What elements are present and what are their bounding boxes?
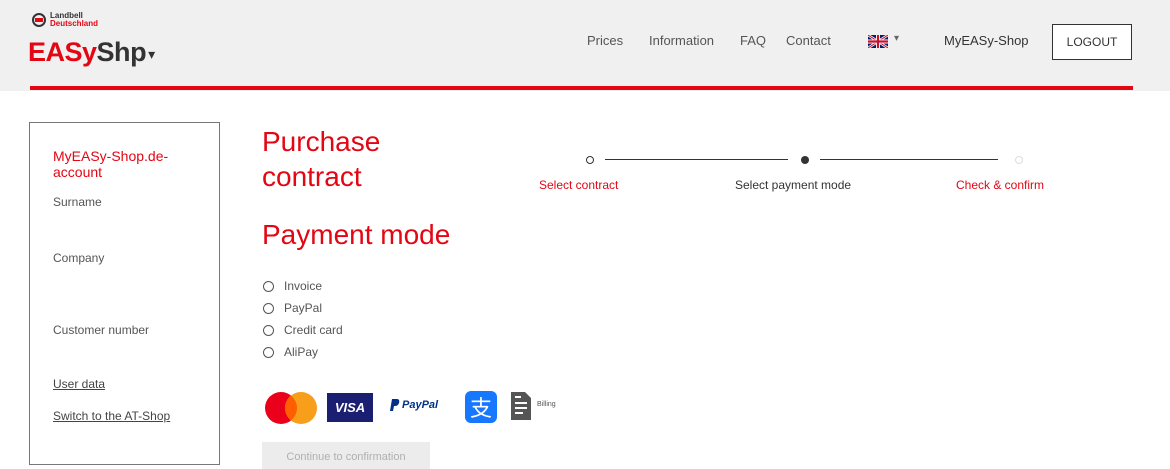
paypal-text: PayPal: [402, 399, 439, 411]
progress-stepper: Select contract Select payment mode Chec…: [520, 150, 1120, 200]
user-data-link[interactable]: User data: [53, 377, 105, 391]
billing-label: Billing: [537, 401, 556, 408]
uk-flag-icon: [868, 35, 888, 48]
surname-label: Surname: [53, 195, 102, 209]
brand-part-c: p: [130, 37, 147, 67]
paypal-logo-icon: PayPal: [390, 399, 438, 411]
customer-number-label: Customer number: [53, 323, 150, 337]
header-divider: [30, 86, 1133, 90]
nav-my-easyshop[interactable]: MyEASy-Shop: [944, 33, 1029, 48]
radio-invoice[interactable]: [263, 280, 274, 292]
brand-part-b: Sh: [96, 37, 131, 67]
option-label: Credit card: [284, 323, 343, 337]
nav-prices[interactable]: Prices: [587, 33, 623, 48]
continue-to-confirmation-button[interactable]: Continue to confirmation: [262, 442, 430, 469]
visa-text: VISA: [334, 400, 366, 415]
alipay-char: 支: [469, 397, 492, 422]
step-connector-1: [605, 159, 788, 160]
step-3-dot: [1015, 156, 1023, 164]
radio-credit-card[interactable]: [263, 324, 274, 336]
alipay-logo-icon: 支: [465, 391, 497, 423]
company-label: Company: [53, 251, 105, 265]
payment-option-paypal[interactable]: PayPal: [263, 300, 322, 316]
payment-option-credit-card[interactable]: Credit card: [263, 322, 343, 338]
landbell-logo-icon: [32, 13, 46, 27]
visa-logo-icon: VISA: [327, 393, 373, 422]
payment-mode-heading: Payment mode: [262, 219, 451, 250]
step-1-label[interactable]: Select contract: [539, 178, 618, 192]
radio-paypal[interactable]: [263, 302, 274, 314]
account-sidebar: MyEASy-Shop.de-account Surname Company C…: [29, 122, 220, 465]
easyshop-logo[interactable]: Landbell Deutschland EASyShp ▾: [28, 10, 228, 70]
option-label: Invoice: [284, 279, 323, 293]
chevron-down-icon: ▾: [894, 33, 900, 44]
payment-option-invoice[interactable]: Invoice: [263, 278, 322, 294]
nav-information[interactable]: Information: [649, 33, 714, 48]
logout-button[interactable]: LOGOUT: [1052, 24, 1132, 60]
easyshop-wordmark: EASyShp ▾: [28, 37, 155, 69]
option-label: PayPal: [284, 301, 323, 315]
step-connector-2: [820, 159, 998, 160]
site-header: Landbell Deutschland EASyShp ▾ Prices Inf…: [0, 0, 1170, 91]
chevron-down-icon[interactable]: ▾: [148, 46, 155, 62]
step-1-dot: [586, 156, 594, 164]
paypal-p-icon: [390, 399, 400, 411]
step-2-dot: [801, 156, 809, 164]
landbell-wordmark: Landbell Deutschland: [50, 12, 98, 28]
language-selector[interactable]: ▾: [868, 33, 908, 49]
page-title: Purchase contract: [262, 126, 381, 192]
nav-contact[interactable]: Contact: [786, 33, 831, 48]
brand-part-a: EASy: [28, 37, 97, 67]
mastercard-logo-icon: [265, 392, 317, 424]
radio-alipay[interactable]: [263, 346, 274, 358]
billing-document-icon: [511, 392, 531, 420]
nav-faq[interactable]: FAQ: [740, 33, 766, 48]
payment-option-alipay[interactable]: AliPay: [263, 344, 318, 360]
step-3-label: Check & confirm: [956, 178, 1045, 192]
step-2-label: Select payment mode: [735, 178, 852, 192]
account-title: MyEASy-Shop.de-account: [53, 148, 169, 180]
option-label: AliPay: [284, 345, 319, 359]
switch-shop-link[interactable]: Switch to the AT-Shop: [53, 409, 170, 423]
logo-line-2: Deutschland: [50, 19, 99, 28]
